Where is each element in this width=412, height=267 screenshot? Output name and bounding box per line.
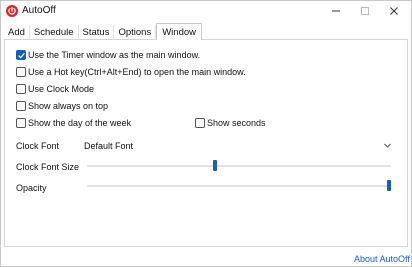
tab-add[interactable]: Add xyxy=(4,25,30,40)
tab-window[interactable]: Window xyxy=(156,23,203,40)
about-link[interactable]: About AutoOff xyxy=(354,254,410,264)
power-icon xyxy=(6,5,18,17)
window-title: AutoOff xyxy=(22,5,56,16)
checkbox-timer-main-window[interactable]: Use the Timer window as the main window. xyxy=(16,49,200,61)
checkbox-label: Use the Timer window as the main window. xyxy=(28,50,201,60)
slider-track xyxy=(87,165,391,167)
chevron-down-icon xyxy=(383,141,392,152)
close-button[interactable] xyxy=(379,1,409,21)
check-icon xyxy=(18,52,25,59)
checkbox-label: Show the day of the week xyxy=(28,118,132,128)
checkbox-always-on-top[interactable]: Show always on top xyxy=(16,100,108,112)
minimize-icon xyxy=(332,10,340,12)
clock-font-label: Clock Font xyxy=(16,141,60,151)
checkbox-unchecked[interactable] xyxy=(16,84,26,94)
tab-options[interactable]: Options xyxy=(114,25,157,40)
checkbox-day-of-week[interactable]: Show the day of the week xyxy=(16,117,131,129)
maximize-icon xyxy=(361,7,369,15)
checkbox-label: Show always on top xyxy=(28,101,109,111)
checkbox-show-seconds[interactable]: Show seconds xyxy=(195,117,266,129)
checkbox-hotkey[interactable]: Use a Hot key(Ctrl+Alt+End) to open the … xyxy=(16,66,246,78)
tab-bar: Add Schedule Status Options Window xyxy=(4,23,203,40)
checkbox-unchecked[interactable] xyxy=(195,118,205,128)
opacity-label: Opacity xyxy=(16,183,47,193)
checkbox-clock-mode[interactable]: Use Clock Mode xyxy=(16,83,94,95)
clock-font-size-slider[interactable] xyxy=(87,160,391,172)
checkbox-unchecked[interactable] xyxy=(16,118,26,128)
slider-track xyxy=(87,185,391,187)
checkbox-unchecked[interactable] xyxy=(16,67,26,77)
tab-schedule[interactable]: Schedule xyxy=(30,25,79,40)
checkbox-unchecked[interactable] xyxy=(16,101,26,111)
clock-font-size-label: Clock Font Size xyxy=(16,162,80,172)
opacity-slider[interactable] xyxy=(87,180,391,192)
tab-status[interactable]: Status xyxy=(79,25,115,40)
checkbox-label: Use Clock Mode xyxy=(28,84,95,94)
title-bar[interactable]: AutoOff xyxy=(1,1,411,21)
checkbox-checked[interactable] xyxy=(16,50,26,60)
checkbox-label: Use a Hot key(Ctrl+Alt+End) to open the … xyxy=(28,67,246,77)
slider-thumb[interactable] xyxy=(213,160,217,171)
clock-font-select[interactable]: Default Font xyxy=(81,139,395,153)
maximize-button[interactable] xyxy=(350,1,380,21)
clock-font-value: Default Font xyxy=(84,141,134,151)
checkbox-label: Show seconds xyxy=(207,118,266,128)
minimize-button[interactable] xyxy=(321,1,351,21)
app-window: AutoOff Add Schedule Status Options Wind… xyxy=(0,0,412,267)
close-icon xyxy=(390,7,398,15)
slider-thumb[interactable] xyxy=(387,180,391,191)
